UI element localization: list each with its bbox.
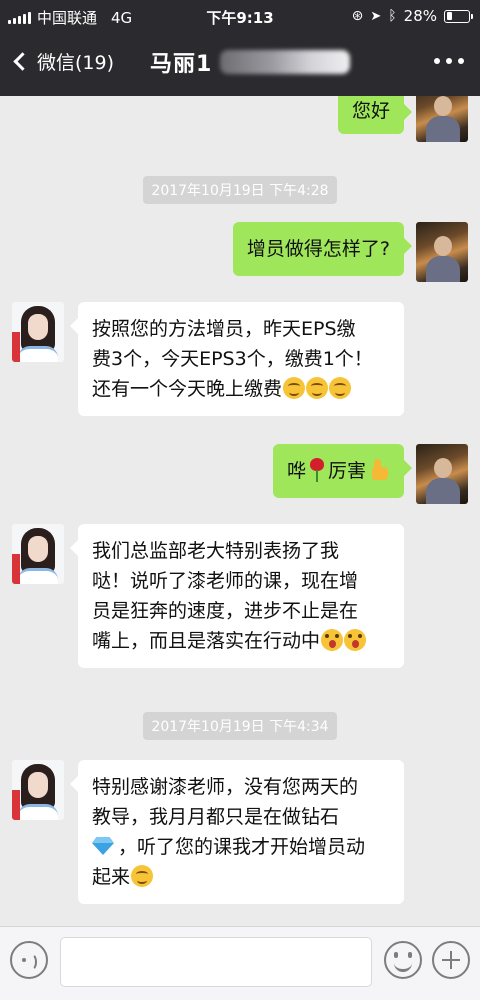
smile-icon bbox=[306, 377, 329, 399]
message-bubble-received[interactable]: 我们总监部老大特别表扬了我 哒！说听了漆老师的课，现在增 员是狂奔的速度，进步不… bbox=[70, 524, 404, 668]
chat-title-text: 马丽1 bbox=[150, 52, 213, 77]
message-text: 增员做得怎样了? bbox=[246, 238, 390, 260]
battery-percent: 28% bbox=[403, 7, 437, 25]
location-icon: ➤ bbox=[370, 8, 382, 24]
my-avatar[interactable] bbox=[416, 96, 468, 142]
message-line: 我们总监部老大特别表扬了我 bbox=[92, 540, 340, 562]
lock-rotation-icon: ⊛ bbox=[351, 8, 364, 24]
more-options-button[interactable] bbox=[434, 58, 464, 64]
message-bubble-sent[interactable]: 哗厉害 bbox=[272, 444, 413, 498]
app-header: 中国联通 4G 下午9:13 ⊛ ➤ ᛒ 28% 微信(19) 马丽1 bbox=[0, 0, 480, 96]
plus-icon[interactable] bbox=[432, 941, 470, 979]
timestamp-text: 2017年10月19日 下午4:28 bbox=[143, 176, 337, 204]
rose-icon bbox=[308, 458, 326, 482]
chevron-left-icon bbox=[13, 52, 32, 71]
timestamp: 2017年10月19日 下午4:28 bbox=[0, 176, 480, 204]
message-line: 费3个，今天EPS3个，缴费1个！ bbox=[92, 348, 373, 370]
smile-icon bbox=[329, 377, 352, 399]
message-row: 您好 bbox=[0, 96, 480, 142]
surprised-icon bbox=[344, 629, 367, 651]
message-input[interactable] bbox=[60, 937, 372, 987]
message-line: 员是狂奔的速度，进步不止是在 bbox=[92, 600, 359, 622]
message-text: 您好 bbox=[351, 100, 390, 122]
message-row: 哗厉害 bbox=[0, 444, 480, 506]
redacted-name bbox=[220, 50, 351, 74]
back-label: 微信(19) bbox=[37, 52, 115, 74]
message-row: 按照您的方法增员，昨天EPS缴 费3个，今天EPS3个，缴费1个！ 还有一个今天… bbox=[0, 302, 480, 422]
chat-area[interactable]: 您好 2017年10月19日 下午4:28 增员做得怎样了? 按照您的方法增员，… bbox=[0, 96, 480, 926]
thumbs-up-icon bbox=[368, 459, 390, 481]
message-line: 特别感谢漆老师，没有您两天的 bbox=[92, 776, 359, 798]
message-row: 增员做得怎样了? bbox=[0, 222, 480, 284]
status-right: ⊛ ➤ ᛒ 28% bbox=[351, 7, 473, 25]
smile-icon bbox=[283, 377, 306, 399]
status-bar: 中国联通 4G 下午9:13 ⊛ ➤ ᛒ 28% bbox=[0, 0, 480, 32]
my-avatar[interactable] bbox=[416, 444, 468, 504]
message-line: 起来 bbox=[92, 866, 131, 888]
message-line: 教导，我月月都只是在做钻石 bbox=[92, 806, 340, 828]
contact-avatar[interactable] bbox=[12, 760, 64, 820]
message-line: 还有一个今天晚上缴费 bbox=[92, 378, 283, 400]
emoji-picker-icon[interactable] bbox=[384, 941, 422, 979]
message-row: 特别感谢漆老师，没有您两天的 教导，我月月都只是在做钻石 ，听了您的课我才开始增… bbox=[0, 760, 480, 912]
back-button[interactable]: 微信(19) bbox=[10, 48, 114, 75]
timestamp-text: 2017年10月19日 下午4:34 bbox=[143, 712, 337, 740]
message-text: 哗 bbox=[286, 460, 306, 482]
input-bar bbox=[0, 926, 480, 1000]
message-bubble-sent[interactable]: 您好 bbox=[337, 96, 413, 134]
message-line: 按照您的方法增员，昨天EPS缴 bbox=[92, 318, 356, 340]
voice-input-icon[interactable] bbox=[10, 941, 48, 979]
my-avatar[interactable] bbox=[416, 222, 468, 282]
message-text: 厉害 bbox=[327, 460, 366, 482]
bluetooth-icon: ᛒ bbox=[388, 8, 397, 24]
chat-title: 马丽1 bbox=[150, 46, 351, 78]
contact-avatar[interactable] bbox=[12, 302, 64, 362]
diamond-icon bbox=[92, 837, 114, 855]
timestamp: 2017年10月19日 下午4:34 bbox=[0, 712, 480, 740]
battery-icon bbox=[444, 9, 473, 23]
surprised-icon bbox=[321, 629, 344, 651]
message-row: 我们总监部老大特别表扬了我 哒！说听了漆老师的课，现在增 员是狂奔的速度，进步不… bbox=[0, 524, 480, 674]
message-line: 嘴上，而且是落实在行动中 bbox=[92, 630, 321, 652]
message-bubble-received[interactable]: 特别感谢漆老师，没有您两天的 教导，我月月都只是在做钻石 ，听了您的课我才开始增… bbox=[70, 760, 404, 904]
message-line: 哒！说听了漆老师的课，现在增 bbox=[92, 570, 359, 592]
nav-bar: 微信(19) 马丽1 bbox=[0, 40, 480, 88]
message-bubble-sent[interactable]: 增员做得怎样了? bbox=[232, 222, 413, 276]
message-bubble-received[interactable]: 按照您的方法增员，昨天EPS缴 费3个，今天EPS3个，缴费1个！ 还有一个今天… bbox=[70, 302, 404, 416]
smile-icon bbox=[131, 865, 154, 887]
contact-avatar[interactable] bbox=[12, 524, 64, 584]
message-line: ，听了您的课我才开始增员动 bbox=[118, 836, 366, 858]
